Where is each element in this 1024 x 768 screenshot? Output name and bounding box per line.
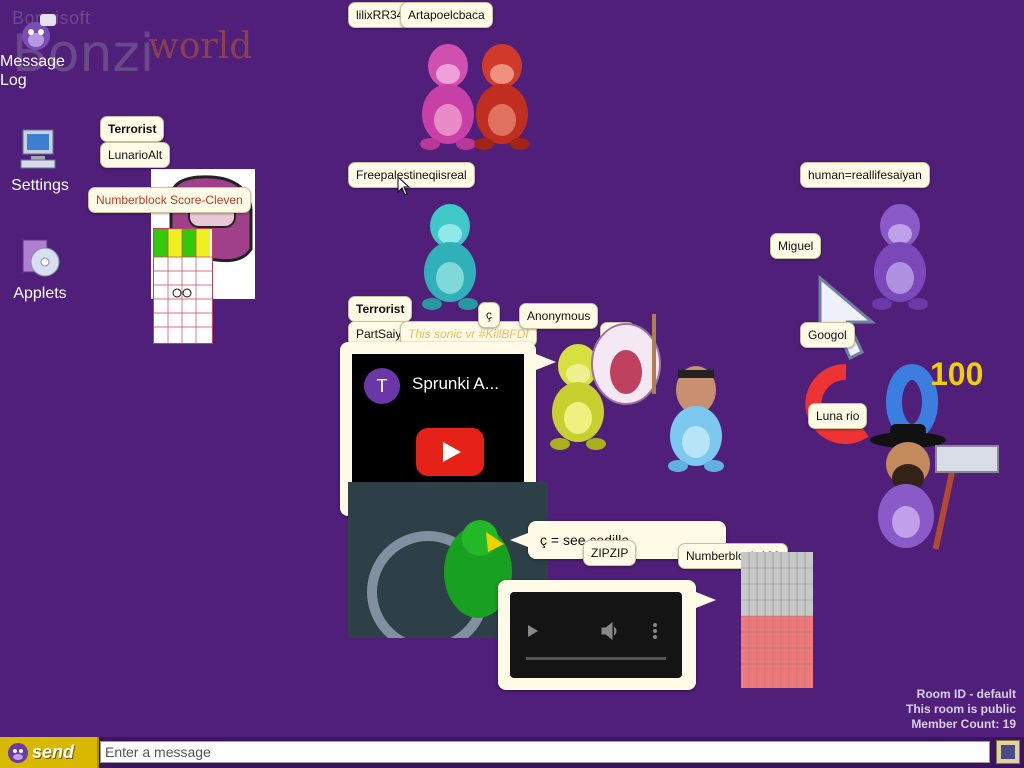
zipzip-nametag: ZIPZIP	[583, 540, 637, 566]
terrorist-nametag-center: Terrorist	[348, 296, 413, 322]
anonymous-nametag: Anonymous	[519, 303, 599, 329]
bonzi-send-icon	[8, 743, 28, 763]
freepalestineqiisreal-nametag: Freepalestineqiisreal	[348, 162, 475, 188]
member-count-text: Member Count: 19	[911, 717, 1016, 731]
googol-nametag: Googol	[800, 322, 855, 348]
hatted-bonzi-avatar[interactable]	[862, 420, 1004, 556]
numberblock-score-cleven-nametag: Numberblock Score-Cleven	[88, 187, 251, 213]
settings-label: Settings	[11, 177, 69, 194]
numberblock-grid	[154, 229, 212, 343]
numberblock-score-cleven-avatar[interactable]	[153, 228, 213, 344]
channel-avatar[interactable]: T	[364, 368, 400, 404]
room-public-text: This room is public	[905, 702, 1016, 716]
send-button[interactable]: send	[0, 737, 99, 768]
applets-button[interactable]: Applets	[0, 234, 80, 303]
play-icon[interactable]	[526, 624, 540, 638]
computer-icon	[20, 129, 56, 169]
chat-input-bar: send	[0, 737, 1024, 768]
more-options-icon[interactable]	[652, 622, 658, 640]
luna-rio-nametag: Luna rio	[808, 403, 868, 429]
watermark-world: world	[148, 26, 253, 67]
artapoelcbaca-nametag: Artapoelcbaca	[400, 2, 493, 28]
message-input[interactable]	[100, 741, 990, 763]
video-progress-bar[interactable]	[526, 657, 666, 660]
volume-icon[interactable]	[600, 622, 620, 640]
screaming-face-avatar[interactable]	[590, 314, 664, 422]
red-bonzi[interactable]	[474, 44, 530, 150]
numberblock-190-grid	[741, 552, 813, 688]
c-cedilla-nametag: ç	[478, 302, 500, 328]
youtube-play-icon[interactable]	[416, 428, 484, 476]
applets-cd-icon	[22, 239, 60, 277]
video-player-bubble[interactable]	[498, 580, 716, 690]
applets-label: Applets	[13, 285, 67, 302]
message-log-label: Message Log	[0, 53, 65, 89]
send-label: send	[32, 742, 75, 762]
youtube-video-title[interactable]: Sprunki A...	[412, 374, 499, 394]
pink-bonzi[interactable]	[420, 44, 476, 150]
lunarioalt-nametag: LunarioAlt	[100, 142, 171, 168]
emoji-icon	[1001, 745, 1015, 759]
miguel-nametag: Miguel	[770, 233, 822, 259]
numberblock-190-avatar[interactable]	[741, 552, 813, 688]
googol-number: 100	[930, 356, 984, 392]
light-blue-bonzi-with-face-avatar[interactable]	[658, 356, 738, 474]
human-reallifesaiyan-nametag: human=reallifesaiyan	[800, 162, 930, 188]
video-player[interactable]	[510, 592, 682, 678]
big-cursor-avatar[interactable]	[812, 270, 894, 368]
terrorist-nametag-left: Terrorist	[100, 116, 165, 142]
bonzi-head-icon	[22, 14, 56, 50]
room-id-text: Room ID - default	[916, 687, 1016, 701]
room-status: Room ID - default This room is public Me…	[906, 687, 1016, 732]
settings-button[interactable]: Settings	[0, 126, 80, 195]
mouse-cursor-icon	[397, 176, 411, 196]
pink-and-red-bonzi-avatars[interactable]	[408, 36, 548, 154]
bubble-tail	[696, 592, 716, 608]
cyan-bonzi-avatar[interactable]	[412, 196, 492, 312]
message-log-button[interactable]: Message Log	[0, 12, 70, 90]
emoji-button[interactable]	[996, 740, 1020, 764]
bubble-tail	[510, 533, 528, 547]
